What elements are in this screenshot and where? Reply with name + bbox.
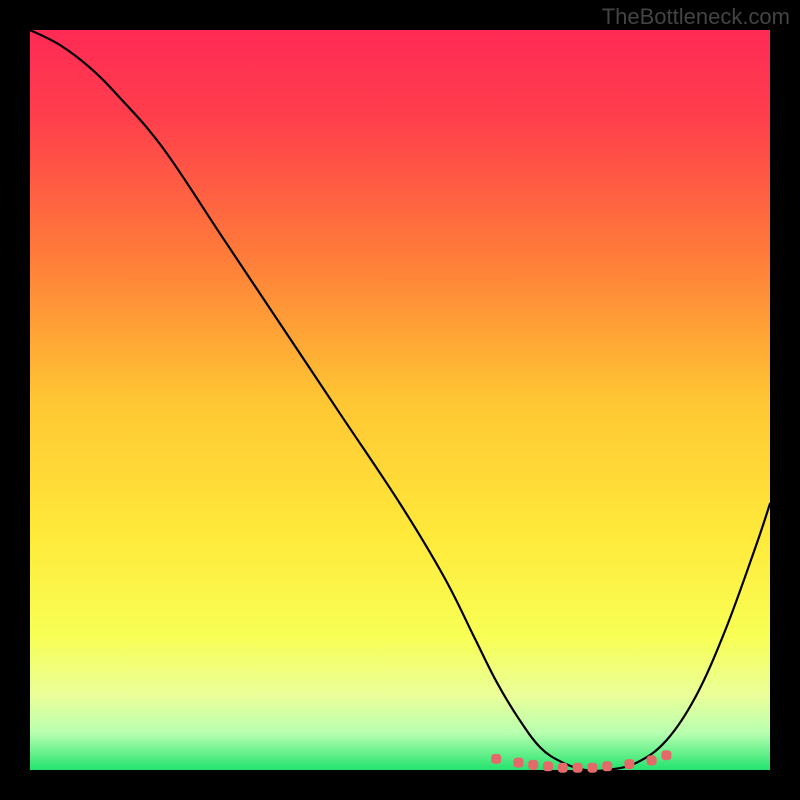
plot-background — [30, 30, 770, 770]
watermark-text: TheBottleneck.com — [602, 4, 790, 30]
marker — [573, 763, 583, 773]
marker — [587, 763, 597, 773]
marker — [661, 750, 671, 760]
marker — [602, 761, 612, 771]
marker — [543, 761, 553, 771]
marker — [558, 763, 568, 773]
chart-svg — [0, 0, 800, 800]
chart-container: TheBottleneck.com — [0, 0, 800, 800]
marker — [624, 759, 634, 769]
marker — [528, 760, 538, 770]
marker — [647, 755, 657, 765]
marker — [513, 758, 523, 768]
marker — [491, 754, 501, 764]
